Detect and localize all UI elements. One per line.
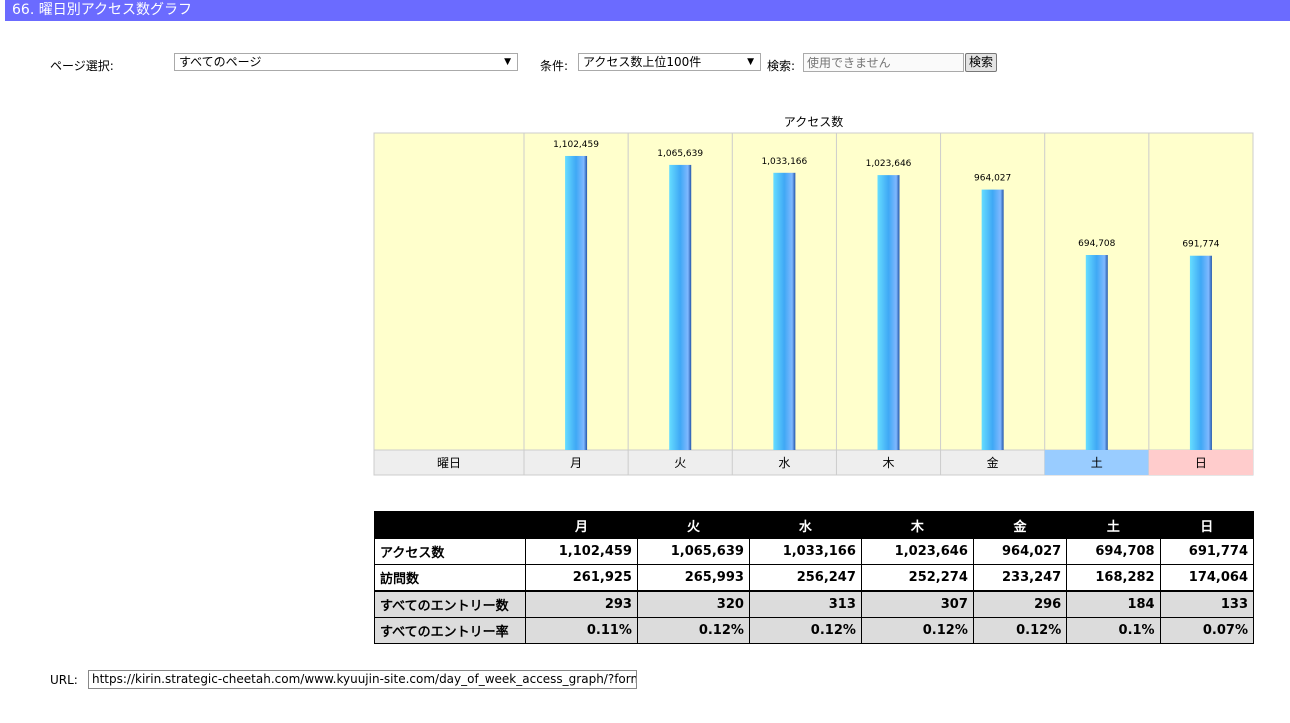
bar bbox=[565, 155, 588, 450]
table-cell: 0.07% bbox=[1159, 617, 1255, 644]
data-label: 964,027 bbox=[974, 174, 1011, 184]
table-cell: 1,023,646 bbox=[860, 538, 974, 565]
data-label: 1,065,639 bbox=[657, 149, 703, 159]
table-header: 木 bbox=[860, 511, 974, 539]
table-cell: 964,027 bbox=[972, 538, 1068, 565]
x-tick-label: 日 bbox=[1195, 456, 1207, 470]
table-cell: 174,064 bbox=[1159, 564, 1255, 592]
table-cell: 265,993 bbox=[636, 564, 750, 592]
bar bbox=[773, 172, 796, 450]
data-label: 694,708 bbox=[1078, 239, 1115, 249]
url-label: URL: bbox=[50, 673, 78, 687]
table-cell: 1,065,639 bbox=[636, 538, 750, 565]
table-cell: 691,774 bbox=[1159, 538, 1255, 565]
x-tick-label: 木 bbox=[882, 456, 894, 470]
table-cell: 133 bbox=[1159, 590, 1255, 618]
data-table: 月火水木金土日 アクセス数 1,102,459 1,065,639 1,033,166… bbox=[374, 511, 1255, 644]
x-axis-label: 曜日 bbox=[437, 456, 461, 470]
x-tick-label: 火 bbox=[674, 456, 686, 470]
bar-chart: アクセス数曜日 月 1,102,459 火 1,065,639 水 1,033,166 木 1,… bbox=[373, 114, 1254, 476]
table-cell: 0.12% bbox=[748, 617, 862, 644]
table-cell: 0.1% bbox=[1066, 617, 1161, 644]
row-label: すべてのエントリー率 bbox=[374, 617, 526, 644]
table-row: すべてのエントリー数 293 320 313 307 296 184 133 bbox=[374, 590, 1255, 618]
table-cell: 293 bbox=[525, 590, 638, 618]
table-header: 土 bbox=[1066, 511, 1161, 539]
data-label: 691,774 bbox=[1182, 240, 1219, 250]
bar bbox=[669, 164, 692, 450]
x-tick-label: 水 bbox=[778, 456, 790, 470]
table-header: 月 bbox=[525, 511, 638, 539]
plot-area bbox=[373, 132, 1254, 451]
table-cell: 694,708 bbox=[1066, 538, 1161, 565]
table-header: 火 bbox=[636, 511, 750, 539]
table-cell: 1,102,459 bbox=[525, 538, 638, 565]
table-cell: 313 bbox=[748, 590, 862, 618]
table-header: 日 bbox=[1159, 511, 1255, 539]
bar bbox=[1189, 255, 1212, 450]
chart-title: アクセス数 bbox=[784, 114, 843, 129]
table-cell: 252,274 bbox=[860, 564, 974, 592]
x-tick-label: 月 bbox=[570, 456, 582, 470]
table-cell: 168,282 bbox=[1066, 564, 1161, 592]
table-header: 水 bbox=[748, 511, 862, 539]
table-cell: 0.12% bbox=[972, 617, 1068, 644]
row-label: アクセス数 bbox=[374, 538, 526, 565]
data-label: 1,102,459 bbox=[553, 140, 599, 150]
data-label: 1,023,646 bbox=[866, 159, 912, 169]
table-row: すべてのエントリー率 0.11% 0.12% 0.12% 0.12% 0.12% 0.1% 0… bbox=[374, 617, 1255, 644]
table-cell: 261,925 bbox=[525, 564, 638, 592]
x-tick-label: 土 bbox=[1091, 456, 1103, 470]
table-cell: 256,247 bbox=[748, 564, 862, 592]
data-label: 1,033,166 bbox=[761, 157, 807, 167]
bar bbox=[1085, 255, 1108, 450]
table-row: アクセス数 1,102,459 1,065,639 1,033,166 1,023,64… bbox=[374, 538, 1255, 565]
table-cell: 307 bbox=[860, 590, 974, 618]
bar bbox=[877, 175, 900, 450]
table-header: 金 bbox=[972, 511, 1068, 539]
table-cell: 320 bbox=[636, 590, 750, 618]
url-field[interactable]: https://kirin.strategic-cheetah.com/www.… bbox=[88, 670, 637, 689]
table-cell: 233,247 bbox=[972, 564, 1068, 592]
table-cell: 0.12% bbox=[636, 617, 750, 644]
bar bbox=[981, 189, 1004, 450]
table-cell: 296 bbox=[972, 590, 1068, 618]
row-label: 訪問数 bbox=[374, 564, 526, 592]
table-cell: 184 bbox=[1066, 590, 1161, 618]
table-cell: 0.12% bbox=[860, 617, 974, 644]
table-row: 訪問数 261,925 265,993 256,247 252,274 233,247 16… bbox=[374, 564, 1255, 592]
x-tick-label: 金 bbox=[987, 455, 999, 470]
table-cell: 1,033,166 bbox=[748, 538, 862, 565]
table-header bbox=[374, 511, 526, 539]
table-cell: 0.11% bbox=[525, 617, 638, 644]
row-label: すべてのエントリー数 bbox=[374, 590, 526, 618]
